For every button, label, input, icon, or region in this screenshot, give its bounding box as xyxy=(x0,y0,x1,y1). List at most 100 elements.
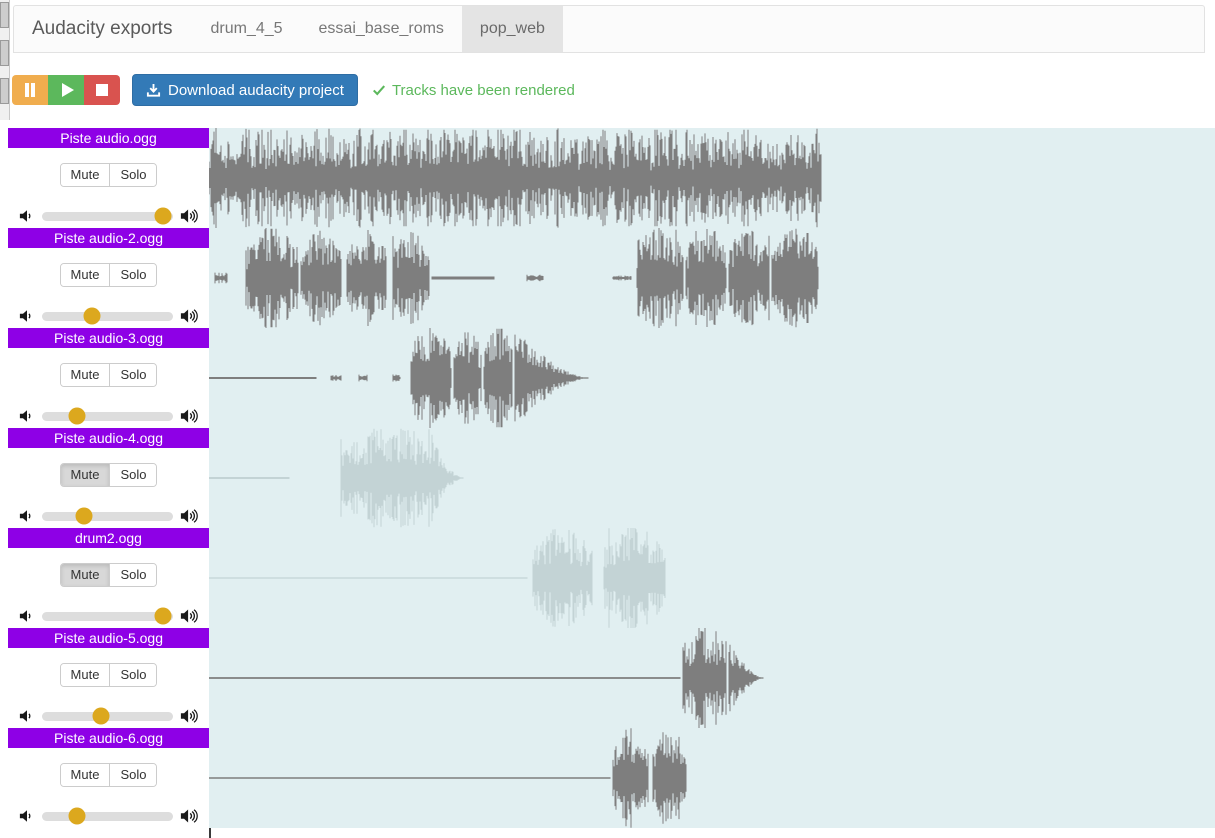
volume-slider[interactable] xyxy=(42,707,173,725)
transport-toolbar: Download audacity project Tracks have be… xyxy=(12,74,575,106)
mute-button[interactable]: Mute xyxy=(60,464,111,486)
tab-pop-web[interactable]: pop_web xyxy=(461,6,563,52)
mute-solo-group-wrap: Mute Solo xyxy=(8,363,209,387)
check-icon xyxy=(372,83,386,97)
volume-slider[interactable] xyxy=(42,607,173,625)
track-header: Piste audio-3.ogg Mute Solo xyxy=(8,328,209,428)
download-button-label: Download audacity project xyxy=(168,81,344,99)
track-row: drum2.ogg Mute Solo xyxy=(8,528,1215,628)
speaker-low-icon xyxy=(18,208,36,224)
speaker-low-icon xyxy=(18,808,36,824)
mute-solo-group-wrap: Mute Solo xyxy=(8,163,209,187)
transport-controls xyxy=(12,75,120,105)
waveform-pane[interactable] xyxy=(209,428,1215,528)
stop-button[interactable] xyxy=(84,75,120,105)
mute-solo-group-wrap: Mute Solo xyxy=(8,263,209,287)
pause-button[interactable] xyxy=(12,75,48,105)
solo-button[interactable]: Solo xyxy=(110,164,157,186)
volume-slider-knob[interactable] xyxy=(154,207,172,225)
volume-slider[interactable] xyxy=(42,307,173,325)
track-header: Piste audio-2.ogg Mute Solo xyxy=(8,228,209,328)
speaker-high-icon xyxy=(179,707,199,725)
track-row: Piste audio.ogg Mute Solo xyxy=(8,128,1215,228)
track-title: Piste audio-4.ogg xyxy=(8,428,209,448)
speaker-high-icon xyxy=(179,407,199,425)
speaker-high-icon xyxy=(179,307,199,325)
audacity-exports-page: Audacity exports drum_4_5 essai_base_rom… xyxy=(0,0,1215,838)
mute-solo-group-wrap: Mute Solo xyxy=(8,763,209,787)
volume-row xyxy=(8,307,209,325)
track-row: Piste audio-6.ogg Mute Solo xyxy=(8,728,1215,828)
volume-row xyxy=(8,707,209,725)
speaker-high-icon xyxy=(179,807,199,825)
solo-button[interactable]: Solo xyxy=(110,764,157,786)
mute-button[interactable]: Mute xyxy=(60,764,111,786)
waveform-pane[interactable] xyxy=(209,628,1215,728)
speaker-high-icon xyxy=(179,507,199,525)
mute-button[interactable]: Mute xyxy=(60,564,111,586)
track-header: Piste audio-6.ogg Mute Solo xyxy=(8,728,209,828)
download-audacity-project-button[interactable]: Download audacity project xyxy=(132,74,358,106)
track-row: Piste audio-5.ogg Mute Solo xyxy=(8,628,1215,728)
scrollbar-thumb[interactable] xyxy=(0,2,9,28)
solo-button[interactable]: Solo xyxy=(110,664,157,686)
render-status-label: Tracks have been rendered xyxy=(391,81,575,99)
mute-solo-group-wrap: Mute Solo xyxy=(8,663,209,687)
track-row: Piste audio-4.ogg Mute Solo xyxy=(8,428,1215,528)
render-status: Tracks have been rendered xyxy=(372,82,575,99)
volume-slider[interactable] xyxy=(42,207,173,225)
solo-button[interactable]: Solo xyxy=(110,564,157,586)
tab-bar: Audacity exports drum_4_5 essai_base_rom… xyxy=(13,5,1205,53)
waveform-pane[interactable] xyxy=(209,128,1215,228)
speaker-high-icon xyxy=(179,607,199,625)
volume-slider-knob[interactable] xyxy=(92,707,110,725)
waveform-pane[interactable] xyxy=(209,728,1215,828)
tab-drum-4-5[interactable]: drum_4_5 xyxy=(192,6,300,52)
mute-button[interactable]: Mute xyxy=(60,264,111,286)
track-title: Piste audio-5.ogg xyxy=(8,628,209,648)
solo-button[interactable]: Solo xyxy=(110,364,157,386)
volume-slider-knob[interactable] xyxy=(154,607,172,625)
play-button[interactable] xyxy=(48,75,84,105)
track-title: Piste audio-3.ogg xyxy=(8,328,209,348)
download-icon xyxy=(146,83,161,98)
pause-icon xyxy=(24,83,36,97)
track-row: Piste audio-3.ogg Mute Solo xyxy=(8,328,1215,428)
track-row: Piste audio-2.ogg Mute Solo xyxy=(8,228,1215,328)
volume-slider[interactable] xyxy=(42,507,173,525)
mute-solo-group: Mute Solo xyxy=(59,763,158,787)
page-scrollbar[interactable] xyxy=(0,0,10,120)
volume-slider[interactable] xyxy=(42,407,173,425)
volume-slider[interactable] xyxy=(42,807,173,825)
mute-solo-group: Mute Solo xyxy=(59,563,158,587)
mute-button[interactable]: Mute xyxy=(60,164,111,186)
volume-slider-knob[interactable] xyxy=(83,307,101,325)
mute-button[interactable]: Mute xyxy=(60,664,111,686)
track-title: Piste audio-6.ogg xyxy=(8,728,209,748)
waveform-pane[interactable] xyxy=(209,228,1215,328)
volume-slider-knob[interactable] xyxy=(75,507,93,525)
speaker-low-icon xyxy=(18,308,36,324)
mute-button[interactable]: Mute xyxy=(60,364,111,386)
mute-solo-group-wrap: Mute Solo xyxy=(8,563,209,587)
volume-slider-knob[interactable] xyxy=(68,807,86,825)
track-header: Piste audio-4.ogg Mute Solo xyxy=(8,428,209,528)
waveform-pane[interactable] xyxy=(209,328,1215,428)
volume-row xyxy=(8,407,209,425)
mute-solo-group: Mute Solo xyxy=(59,663,158,687)
speaker-low-icon xyxy=(18,408,36,424)
solo-button[interactable]: Solo xyxy=(110,464,157,486)
volume-slider-knob[interactable] xyxy=(68,407,86,425)
app-brand-title: Audacity exports xyxy=(32,18,173,39)
mute-solo-group: Mute Solo xyxy=(59,163,158,187)
volume-row xyxy=(8,507,209,525)
speaker-low-icon xyxy=(18,508,36,524)
scrollbar-thumb[interactable] xyxy=(0,78,9,104)
mute-solo-group: Mute Solo xyxy=(59,363,158,387)
track-header: Piste audio.ogg Mute Solo xyxy=(8,128,209,228)
waveform-pane[interactable] xyxy=(209,528,1215,628)
scrollbar-thumb[interactable] xyxy=(0,40,9,66)
solo-button[interactable]: Solo xyxy=(110,264,157,286)
tab-essai-base-roms[interactable]: essai_base_roms xyxy=(301,6,462,52)
track-list: Piste audio.ogg Mute Solo Piste audio-2.ogg… xyxy=(8,128,1215,838)
